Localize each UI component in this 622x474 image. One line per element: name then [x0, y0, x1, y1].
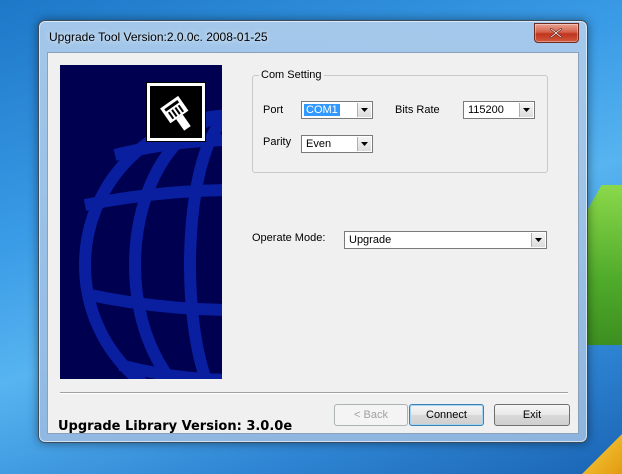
- port-label: Port: [263, 104, 284, 116]
- operate-mode-value: Upgrade: [349, 234, 392, 246]
- chevron-down-icon[interactable]: [357, 137, 371, 151]
- desktop-wallpaper-decoration: [588, 185, 622, 345]
- separator: [60, 392, 568, 394]
- parity-value: Even: [306, 138, 332, 150]
- dialog-client-area: Com Setting Port COM1 Bits Rate 115200 P…: [47, 52, 579, 434]
- connect-button[interactable]: Connect: [409, 404, 484, 426]
- com-setting-label: Com Setting: [259, 69, 324, 81]
- exit-button[interactable]: Exit: [494, 404, 570, 426]
- window-title: Upgrade Tool Version:2.0.0c. 2008-01-25: [49, 30, 268, 44]
- port-select[interactable]: COM1: [301, 101, 373, 119]
- bits-rate-value: 115200: [468, 104, 504, 116]
- bits-rate-label: Bits Rate: [395, 104, 440, 116]
- com-setting-group: Com Setting Port COM1 Bits Rate 115200 P…: [252, 69, 548, 173]
- close-button[interactable]: [534, 23, 579, 43]
- network-plug-icon: [146, 82, 206, 142]
- parity-label: Parity: [263, 136, 292, 148]
- banner-image: [60, 65, 222, 379]
- chevron-down-icon[interactable]: [519, 103, 533, 117]
- back-button[interactable]: < Back: [334, 404, 408, 426]
- port-value: COM1: [304, 104, 340, 116]
- close-icon: [550, 28, 562, 38]
- chevron-down-icon[interactable]: [357, 103, 371, 117]
- parity-select[interactable]: Even: [301, 135, 373, 153]
- bits-rate-select[interactable]: 115200: [463, 101, 535, 119]
- chevron-down-icon[interactable]: [531, 233, 545, 247]
- operate-mode-label: Operate Mode:: [252, 232, 326, 244]
- upgrade-tool-window: Upgrade Tool Version:2.0.0c. 2008-01-25: [38, 20, 588, 443]
- title-bar[interactable]: Upgrade Tool Version:2.0.0c. 2008-01-25: [39, 21, 587, 51]
- library-version-text: Upgrade Library Version: 3.0.0e: [58, 419, 293, 434]
- desktop-wallpaper-decoration: [582, 434, 622, 474]
- operate-mode-select[interactable]: Upgrade: [344, 231, 547, 249]
